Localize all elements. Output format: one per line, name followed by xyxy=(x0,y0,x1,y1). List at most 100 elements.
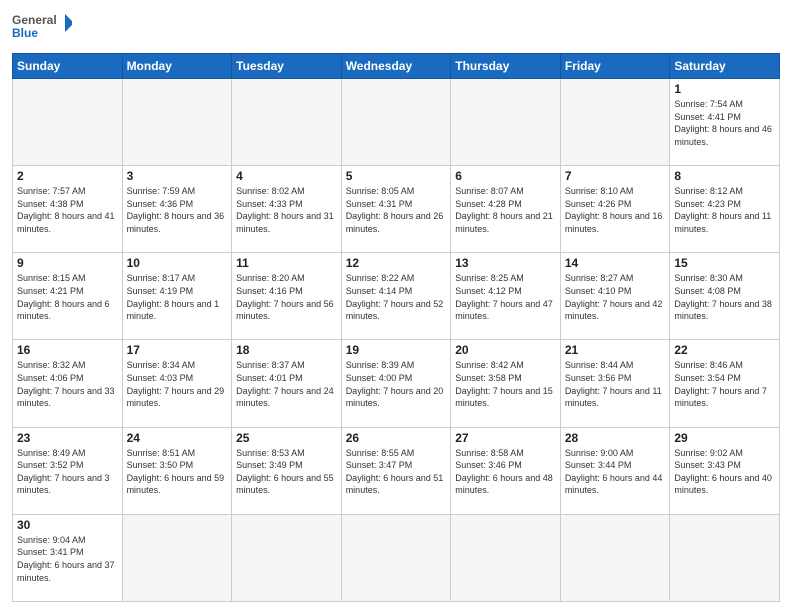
day-number: 28 xyxy=(565,431,666,445)
day-info: Sunrise: 7:57 AMSunset: 4:38 PMDaylight:… xyxy=(17,185,118,235)
calendar-cell: 12 Sunrise: 8:22 AMSunset: 4:14 PMDayligh… xyxy=(341,253,451,340)
weekday-monday: Monday xyxy=(122,54,232,79)
day-number: 1 xyxy=(674,82,775,96)
calendar-cell: 4 Sunrise: 8:02 AMSunset: 4:33 PMDaylight… xyxy=(232,166,342,253)
day-info: Sunrise: 8:42 AMSunset: 3:58 PMDaylight:… xyxy=(455,359,556,409)
calendar-cell: 27Sunrise: 8:58 AMSunset: 3:46 PMDayligh… xyxy=(451,427,561,514)
day-info: Sunrise: 8:02 AMSunset: 4:33 PMDaylight:… xyxy=(236,185,337,235)
day-info: Sunrise: 8:05 AMSunset: 4:31 PMDaylight:… xyxy=(346,185,447,235)
calendar-cell: 24 Sunrise: 8:51 AMSunset: 3:50 PMDayligh… xyxy=(122,427,232,514)
day-info: Sunrise: 9:02 AMSunset: 3:43 PMDaylight:… xyxy=(674,447,775,497)
day-info: Sunrise: 8:58 AMSunset: 3:46 PMDaylight:… xyxy=(455,447,556,497)
calendar-cell: 28 Sunrise: 9:00 AMSunset: 3:44 PMDayligh… xyxy=(560,427,670,514)
day-number: 21 xyxy=(565,343,666,357)
day-info: Sunrise: 8:51 AMSunset: 3:50 PMDaylight:… xyxy=(127,447,228,497)
day-info: Sunrise: 8:37 AMSunset: 4:01 PMDaylight:… xyxy=(236,359,337,409)
day-info: Sunrise: 7:54 AMSunset: 4:41 PMDaylight:… xyxy=(674,98,775,148)
calendar-week-1: 1 Sunrise: 7:54 AMSunset: 4:41 PMDaylight… xyxy=(13,79,780,166)
day-number: 22 xyxy=(674,343,775,357)
day-info: Sunrise: 8:39 AMSunset: 4:00 PMDaylight:… xyxy=(346,359,447,409)
day-info: Sunrise: 8:32 AMSunset: 4:06 PMDaylight:… xyxy=(17,359,118,409)
calendar-cell xyxy=(122,79,232,166)
calendar-cell: 20 Sunrise: 8:42 AMSunset: 3:58 PMDayligh… xyxy=(451,340,561,427)
day-info: Sunrise: 8:12 AMSunset: 4:23 PMDaylight:… xyxy=(674,185,775,235)
calendar-cell xyxy=(670,514,780,601)
day-number: 11 xyxy=(236,256,337,270)
weekday-wednesday: Wednesday xyxy=(341,54,451,79)
calendar-cell: 23Sunrise: 8:49 AMSunset: 3:52 PMDayligh… xyxy=(13,427,123,514)
calendar-cell: 6 Sunrise: 8:07 AMSunset: 4:28 PMDaylight… xyxy=(451,166,561,253)
calendar-cell: 21 Sunrise: 8:44 AMSunset: 3:56 PMDayligh… xyxy=(560,340,670,427)
calendar-cell: 30 Sunrise: 9:04 AMSunset: 3:41 PMDayligh… xyxy=(13,514,123,601)
day-number: 10 xyxy=(127,256,228,270)
day-number: 20 xyxy=(455,343,556,357)
day-number: 29 xyxy=(674,431,775,445)
day-number: 3 xyxy=(127,169,228,183)
day-number: 15 xyxy=(674,256,775,270)
calendar-cell: 29 Sunrise: 9:02 AMSunset: 3:43 PMDayligh… xyxy=(670,427,780,514)
day-number: 14 xyxy=(565,256,666,270)
calendar-cell: 19Sunrise: 8:39 AMSunset: 4:00 PMDayligh… xyxy=(341,340,451,427)
calendar-cell: 14 Sunrise: 8:27 AMSunset: 4:10 PMDayligh… xyxy=(560,253,670,340)
day-number: 12 xyxy=(346,256,447,270)
weekday-tuesday: Tuesday xyxy=(232,54,342,79)
header: General Blue xyxy=(12,10,780,45)
day-number: 7 xyxy=(565,169,666,183)
logo-icon: General Blue xyxy=(12,10,72,45)
calendar-page: General Blue SundayMondayTuesdayWednesda… xyxy=(0,0,792,612)
calendar-cell: 15 Sunrise: 8:30 AMSunset: 4:08 PMDayligh… xyxy=(670,253,780,340)
day-info: Sunrise: 8:20 AMSunset: 4:16 PMDaylight:… xyxy=(236,272,337,322)
calendar-cell: 17Sunrise: 8:34 AMSunset: 4:03 PMDayligh… xyxy=(122,340,232,427)
day-number: 16 xyxy=(17,343,118,357)
day-info: Sunrise: 8:30 AMSunset: 4:08 PMDaylight:… xyxy=(674,272,775,322)
calendar-cell: 13Sunrise: 8:25 AMSunset: 4:12 PMDayligh… xyxy=(451,253,561,340)
day-info: Sunrise: 8:07 AMSunset: 4:28 PMDaylight:… xyxy=(455,185,556,235)
calendar-cell: 9 Sunrise: 8:15 AMSunset: 4:21 PMDaylight… xyxy=(13,253,123,340)
calendar-cell: 8 Sunrise: 8:12 AMSunset: 4:23 PMDaylight… xyxy=(670,166,780,253)
calendar-cell: 26Sunrise: 8:55 AMSunset: 3:47 PMDayligh… xyxy=(341,427,451,514)
calendar-cell: 11 Sunrise: 8:20 AMSunset: 4:16 PMDayligh… xyxy=(232,253,342,340)
calendar-week-5: 23Sunrise: 8:49 AMSunset: 3:52 PMDayligh… xyxy=(13,427,780,514)
calendar-cell: 3 Sunrise: 7:59 AMSunset: 4:36 PMDaylight… xyxy=(122,166,232,253)
day-number: 8 xyxy=(674,169,775,183)
day-info: Sunrise: 7:59 AMSunset: 4:36 PMDaylight:… xyxy=(127,185,228,235)
day-info: Sunrise: 9:00 AMSunset: 3:44 PMDaylight:… xyxy=(565,447,666,497)
day-number: 5 xyxy=(346,169,447,183)
calendar-cell xyxy=(341,79,451,166)
calendar-cell xyxy=(451,514,561,601)
day-info: Sunrise: 8:46 AMSunset: 3:54 PMDaylight:… xyxy=(674,359,775,409)
day-number: 30 xyxy=(17,518,118,532)
day-info: Sunrise: 8:22 AMSunset: 4:14 PMDaylight:… xyxy=(346,272,447,322)
calendar-cell xyxy=(560,514,670,601)
calendar-table: SundayMondayTuesdayWednesdayThursdayFrid… xyxy=(12,53,780,602)
day-number: 9 xyxy=(17,256,118,270)
weekday-saturday: Saturday xyxy=(670,54,780,79)
calendar-cell: 7Sunrise: 8:10 AMSunset: 4:26 PMDaylight… xyxy=(560,166,670,253)
logo: General Blue xyxy=(12,10,72,45)
calendar-cell: 18 Sunrise: 8:37 AMSunset: 4:01 PMDayligh… xyxy=(232,340,342,427)
day-info: Sunrise: 8:17 AMSunset: 4:19 PMDaylight:… xyxy=(127,272,228,322)
day-info: Sunrise: 8:15 AMSunset: 4:21 PMDaylight:… xyxy=(17,272,118,322)
calendar-cell xyxy=(122,514,232,601)
day-number: 24 xyxy=(127,431,228,445)
day-info: Sunrise: 8:27 AMSunset: 4:10 PMDaylight:… xyxy=(565,272,666,322)
calendar-cell: 1 Sunrise: 7:54 AMSunset: 4:41 PMDaylight… xyxy=(670,79,780,166)
day-info: Sunrise: 8:44 AMSunset: 3:56 PMDaylight:… xyxy=(565,359,666,409)
weekday-sunday: Sunday xyxy=(13,54,123,79)
calendar-cell xyxy=(13,79,123,166)
calendar-cell: 10 Sunrise: 8:17 AMSunset: 4:19 PMDayligh… xyxy=(122,253,232,340)
calendar-week-6: 30 Sunrise: 9:04 AMSunset: 3:41 PMDayligh… xyxy=(13,514,780,601)
calendar-week-4: 16 Sunrise: 8:32 AMSunset: 4:06 PMDayligh… xyxy=(13,340,780,427)
day-info: Sunrise: 8:49 AMSunset: 3:52 PMDaylight:… xyxy=(17,447,118,497)
day-info: Sunrise: 8:53 AMSunset: 3:49 PMDaylight:… xyxy=(236,447,337,497)
svg-text:Blue: Blue xyxy=(12,26,38,40)
day-number: 18 xyxy=(236,343,337,357)
calendar-week-2: 2 Sunrise: 7:57 AMSunset: 4:38 PMDaylight… xyxy=(13,166,780,253)
day-number: 6 xyxy=(455,169,556,183)
day-number: 4 xyxy=(236,169,337,183)
calendar-cell xyxy=(341,514,451,601)
day-number: 2 xyxy=(17,169,118,183)
day-info: Sunrise: 9:04 AMSunset: 3:41 PMDaylight:… xyxy=(17,534,118,584)
calendar-cell: 22 Sunrise: 8:46 AMSunset: 3:54 PMDayligh… xyxy=(670,340,780,427)
weekday-header-row: SundayMondayTuesdayWednesdayThursdayFrid… xyxy=(13,54,780,79)
